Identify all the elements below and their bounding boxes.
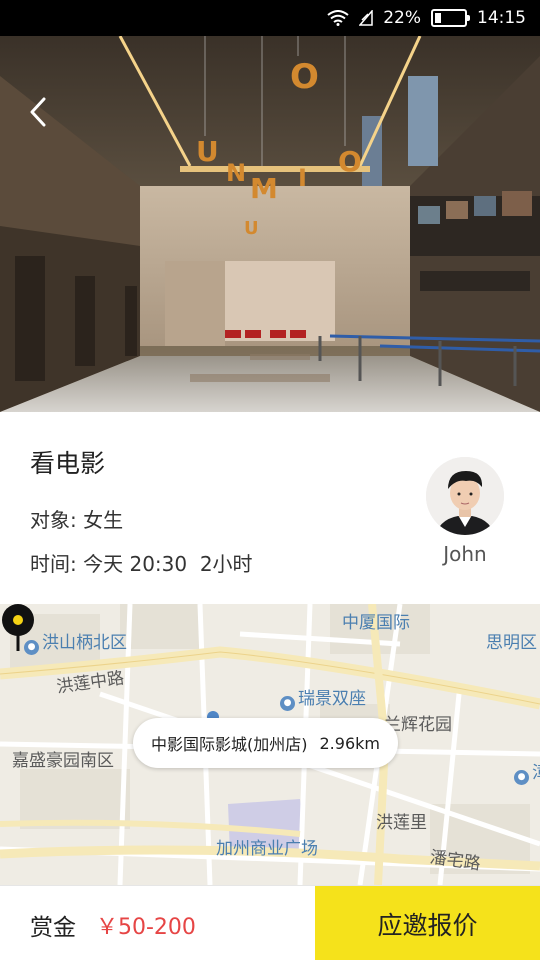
svg-text:N: N [226,159,246,187]
reward-value: ￥50-200 [96,915,196,940]
location-callout[interactable]: 中影国际影城(加州店) 2.96km [133,718,398,768]
quote-button[interactable]: 应邀报价 [315,886,540,960]
host-avatar[interactable] [426,457,504,535]
location-map[interactable]: ● 洪山柄北区 中厦国际 思明区 洪莲中路 ● 瑞景双座 兰辉花园 嘉盛豪园南区 ●… [0,604,540,885]
map-label-zhongxia: 中厦国际 [342,613,410,633]
svg-text:I: I [298,164,307,192]
battery-icon [431,9,470,27]
svg-text:M: M [250,172,278,205]
map-pin-icon [2,604,34,651]
svg-text:O: O [338,145,362,178]
event-info: 看电影 对象: 女生 时间: 今天 20:30 2小时 John [0,412,540,604]
battery-level [435,13,441,23]
host-name: John [443,542,487,566]
callout-distance: 2.96km [319,733,380,753]
battery-percent: 22% [383,8,421,28]
poi-icon: ● [280,696,295,711]
time-value: 今天 20:30 2小时 [83,552,253,576]
target-label: 对象: [30,508,77,532]
hero-image: U N M O I O U [0,36,540,412]
signal-icon [359,10,373,26]
map-label-honglianli: 洪莲里 [376,813,427,833]
chevron-left-icon [30,97,46,127]
clock: 14:15 [477,8,526,28]
event-target-row: 对象: 女生 [30,504,123,533]
map-label-edge: ●漳 [514,758,540,785]
callout-place: 中影国际影城(加州店) [151,735,308,754]
poi-icon: ● [514,770,529,785]
map-label-jiazhou: 加州商业广场 [216,839,318,859]
back-button[interactable] [22,94,54,130]
status-bar: 22% 14:15 [0,0,540,36]
bottom-bar: 赏金 ￥50-200 应邀报价 [0,885,540,960]
event-title: 看电影 [30,449,106,478]
svg-text:U: U [244,218,259,239]
svg-text:U: U [196,135,219,168]
map-label-jiasheng: 嘉盛豪园南区 [12,751,114,771]
target-value: 女生 [83,508,124,532]
svg-text:O: O [290,57,319,97]
map-label-hongshan: ● 洪山柄北区 [24,628,127,655]
reward-label: 赏金 [30,915,76,941]
wifi-icon [327,10,349,26]
time-label: 时间: [30,552,77,576]
map-label-ruijing: ● 瑞景双座 [280,684,366,711]
event-time-row: 时间: 今天 20:30 2小时 [30,548,253,577]
map-label-siming: 思明区 [486,633,537,653]
